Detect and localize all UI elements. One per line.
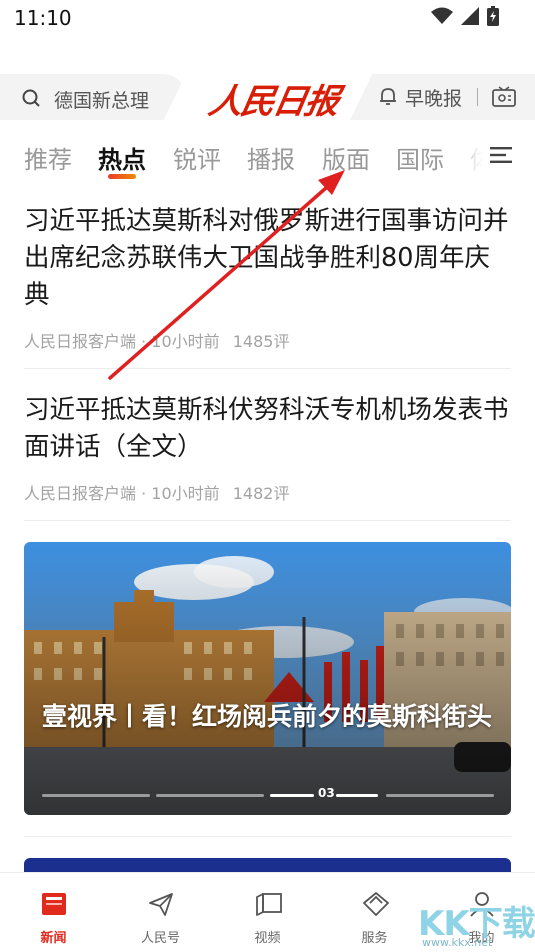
meta-dot: · [141,484,152,503]
tab-commentary[interactable]: 锐评 [173,140,221,175]
menu-icon[interactable] [490,146,512,164]
status-icons [431,6,499,26]
article-title: 习近平抵达莫斯科对俄罗斯进行国事访问并出席纪念苏联伟大卫国战争胜利80周年庆典 [24,206,509,310]
status-time: 11:10 [14,6,72,30]
carousel-pager: 03 [24,786,511,802]
pager-segment [386,794,494,797]
signal-icon [461,7,479,25]
pager-segment [42,794,150,797]
app-logo: 人民日报 [205,82,341,122]
divider [24,836,511,837]
hero-carousel[interactable]: 壹视界丨看！红场阅兵前夕的莫斯科街头 03 [24,542,511,815]
brief-divider [477,88,478,106]
article-time: 10小时前 [151,332,220,351]
article-comments: 1482评 [232,484,290,503]
nav-item-service[interactable]: 服务 [321,873,428,952]
news-icon [42,893,66,915]
pager-segment [156,794,264,797]
status-bar: 11:10 [0,0,535,40]
nav-item-people[interactable]: 人民号 [107,873,214,952]
article-item[interactable]: 习近平抵达莫斯科伏努科沃专机机场发表书面讲话（全文） 人民日报客户端 · 10小… [24,392,511,504]
brief-label[interactable]: 早晚报 [405,84,462,111]
article-source: 人民日报客户端 [24,484,137,503]
nav-label: 服务 [361,931,388,946]
search-box[interactable]: 德国新总理 [0,74,186,120]
article-time: 10小时前 [151,484,220,503]
active-tab-indicator [108,174,136,179]
nav-item-video[interactable]: 视频 [214,873,321,952]
article-item[interactable]: 习近平抵达莫斯科对俄罗斯进行国事访问并出席纪念苏联伟大卫国战争胜利80周年庆典 … [24,203,511,352]
nav-label: 新闻 [40,931,67,946]
hero-caption: 壹视界丨看！红场阅兵前夕的莫斯科街头 [42,702,493,731]
hero-image [24,542,511,815]
bell-icon [380,88,396,105]
nav-item-news[interactable]: 新闻 [0,873,107,952]
newspaper-icon[interactable] [492,86,516,108]
nav-label: 视频 [254,931,281,946]
video-icon [256,893,282,916]
send-icon [149,893,173,916]
divider [24,368,511,369]
search-placeholder: 德国新总理 [54,90,150,112]
meta-dot: · [141,332,152,351]
article-title: 习近平抵达莫斯科伏努科沃专机机场发表书面讲话（全文） [24,395,509,462]
pager-number: 03 [318,786,335,800]
tab-edition[interactable]: 版面 [322,140,370,175]
article-meta: 人民日报客户端 · 10小时前 1485评 [24,328,511,352]
search-icon [22,89,40,107]
tab-hot[interactable]: 热点 [98,140,146,175]
divider [24,520,511,521]
tab-international[interactable]: 国际 [396,140,444,175]
tab-recommend[interactable]: 推荐 [24,140,72,175]
battery-icon [487,6,499,26]
wifi-icon [431,7,453,24]
article-comments: 1485评 [232,332,290,351]
article-meta: 人民日报客户端 · 10小时前 1482评 [24,480,511,504]
service-icon [363,892,389,916]
pager-segment-active [336,794,378,797]
article-source: 人民日报客户端 [24,332,137,351]
pager-segment-active [270,794,314,797]
tab-broadcast[interactable]: 播报 [247,140,295,175]
watermark: KK下载 www.kkx.net [418,892,535,951]
watermark-url: www.kkx.net [422,936,493,949]
nav-label: 人民号 [140,931,180,946]
